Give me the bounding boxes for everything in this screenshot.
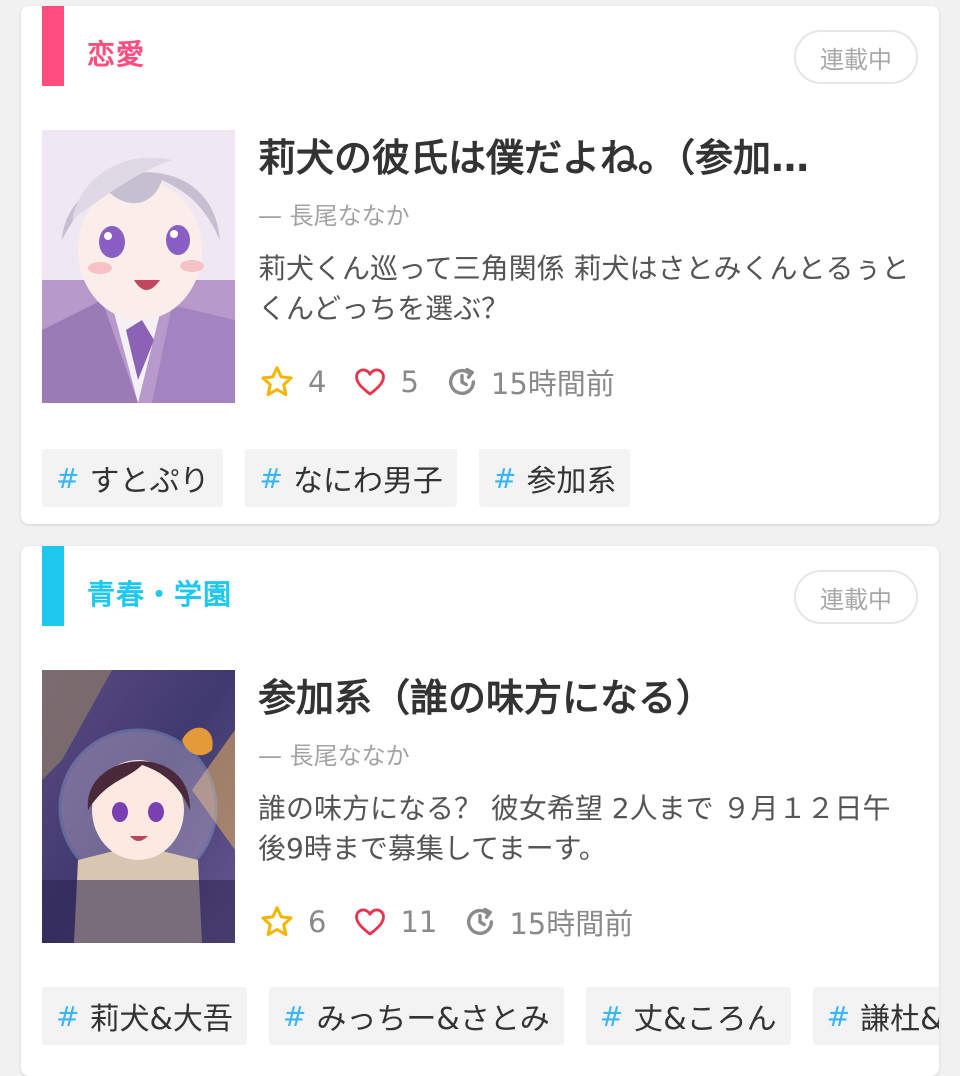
story-description: 誰の味方になる？ 彼女希望 2人まで ９月１２日午後9時まで募集してまーす。	[258, 792, 891, 865]
star-icon	[261, 366, 293, 397]
refresh-clock-icon	[467, 907, 494, 935]
star-stat: 4	[258, 364, 326, 400]
hash-icon: #	[56, 461, 80, 495]
story-stats: 6 11 15時間前	[258, 898, 659, 946]
tag-chip[interactable]: # みっちー&さとみ	[268, 987, 564, 1045]
tag-label: 参加系	[526, 464, 617, 499]
story-title[interactable]: 莉犬の彼氏は僕だよね。（参加…	[258, 130, 908, 186]
story-card[interactable]: 恋愛 連載中 莉犬の彼氏は僕だよね。（参加… — 長尾ななか 莉犬くん巡って三角…	[21, 6, 939, 524]
hash-icon: #	[826, 999, 851, 1033]
refresh-clock-icon	[448, 367, 475, 395]
tag-chip[interactable]: # 参加系	[478, 449, 631, 507]
tag-label: 丈&ころん	[633, 1002, 777, 1037]
star-icon	[261, 906, 293, 937]
story-title[interactable]: 参加系（誰の味方になる）	[258, 670, 908, 726]
heart-icon	[355, 368, 386, 396]
updated-time: 15時間前	[509, 907, 634, 941]
genre-accent-bar	[42, 546, 64, 626]
hash-icon: #	[282, 999, 307, 1033]
updated-stat: 15時間前	[445, 361, 615, 403]
story-cover-image[interactable]	[42, 670, 235, 943]
tag-chip[interactable]: # 莉犬&大吾	[42, 987, 247, 1045]
story-card[interactable]: 青春・学園 連載中 参加系（誰の味方になる） — 長尾ななか 誰の味方になる？ …	[21, 546, 939, 1076]
tag-list: # すとぷり # なにわ男子 # 参加系	[42, 449, 652, 507]
like-count: 11	[400, 905, 438, 939]
tag-label: みっちー&さとみ	[316, 1002, 550, 1037]
tag-chip[interactable]: # 謙杜&る	[812, 987, 939, 1045]
star-count: 4	[308, 365, 327, 399]
tag-label: なにわ男子	[292, 464, 443, 499]
tag-chip[interactable]: # すとぷり	[42, 449, 224, 507]
like-count: 5	[400, 365, 419, 399]
tag-label: すとぷり	[89, 464, 210, 499]
heart-stat: 5	[352, 365, 419, 399]
heart-stat: 11	[352, 905, 437, 939]
tag-label: 謙杜&る	[860, 1002, 939, 1037]
star-stat: 6	[258, 904, 326, 940]
hash-icon: #	[492, 461, 517, 495]
hash-icon: #	[599, 999, 624, 1033]
status-badge: 連載中	[794, 570, 918, 624]
story-cover-image[interactable]	[42, 130, 235, 403]
hash-icon: #	[259, 461, 283, 495]
tag-chip[interactable]: # 丈&ころん	[585, 987, 791, 1045]
hash-icon: #	[56, 999, 80, 1033]
author-name[interactable]: — 長尾ななか	[258, 736, 410, 771]
star-count: 6	[308, 905, 327, 939]
status-badge: 連載中	[794, 30, 918, 84]
updated-time: 15時間前	[490, 367, 615, 401]
updated-stat: 15時間前	[463, 901, 633, 943]
story-description: 莉犬くん巡って三角関係 莉犬はさとみくんとるぅとくんどっちを選ぶ？	[258, 252, 910, 325]
genre-label: 恋愛	[87, 38, 146, 71]
author-name[interactable]: — 長尾ななか	[258, 196, 410, 231]
tag-label: 莉犬&大吾	[89, 1002, 233, 1037]
genre-label: 青春・学園	[87, 578, 233, 611]
story-stats: 4 5 15時間前	[258, 358, 641, 406]
tag-list: # 莉犬&大吾 # みっちー&さとみ # 丈&ころん # 謙杜&る	[42, 987, 939, 1045]
genre-accent-bar	[42, 6, 64, 86]
heart-icon	[355, 908, 386, 936]
tag-chip[interactable]: # なにわ男子	[245, 449, 457, 507]
